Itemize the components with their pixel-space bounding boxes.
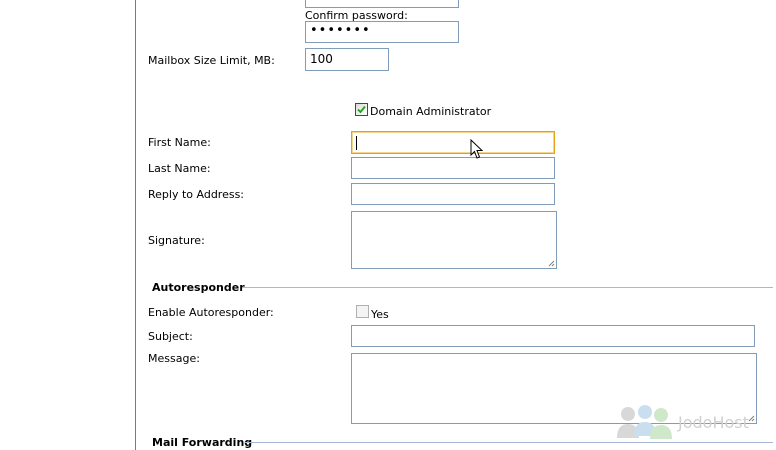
first-name-label: First Name: [148, 136, 211, 149]
last-name-field[interactable] [351, 157, 555, 179]
message-label: Message: [148, 352, 200, 365]
text-caret [356, 136, 357, 150]
resize-grip-icon[interactable] [548, 260, 555, 267]
watermark-text: JodoHost [678, 413, 749, 432]
mailbox-size-label: Mailbox Size Limit, MB: [148, 54, 275, 67]
signature-textarea[interactable] [351, 211, 557, 269]
password-field[interactable] [305, 0, 459, 8]
enable-autoresponder-checkbox[interactable] [356, 305, 369, 318]
reply-to-field[interactable] [351, 183, 555, 205]
enable-autoresponder-label: Enable Autoresponder: [148, 306, 274, 319]
resize-grip-icon[interactable] [748, 415, 755, 422]
last-name-label: Last Name: [148, 162, 211, 175]
mail-forwarding-section-rule [245, 442, 773, 443]
people-logo-icon [617, 405, 672, 439]
first-name-field[interactable] [351, 131, 555, 154]
mouse-pointer-icon [470, 139, 484, 159]
autoresponder-section-rule [243, 287, 773, 288]
domain-admin-checkbox[interactable] [355, 103, 368, 116]
domain-admin-label: Domain Administrator [370, 105, 492, 118]
mail-forwarding-section-title: Mail Forwarding [152, 436, 253, 449]
content-left-border [135, 0, 136, 450]
signature-label: Signature: [148, 234, 205, 247]
checkmark-icon [357, 105, 366, 114]
mailbox-size-field[interactable]: 100 [305, 48, 389, 71]
subject-field[interactable] [351, 325, 755, 347]
confirm-password-field[interactable]: ••••••• [305, 21, 459, 43]
subject-label: Subject: [148, 330, 193, 343]
enable-autoresponder-option: Yes [371, 308, 389, 321]
autoresponder-section-title: Autoresponder [152, 281, 245, 294]
reply-to-label: Reply to Address: [148, 188, 245, 201]
